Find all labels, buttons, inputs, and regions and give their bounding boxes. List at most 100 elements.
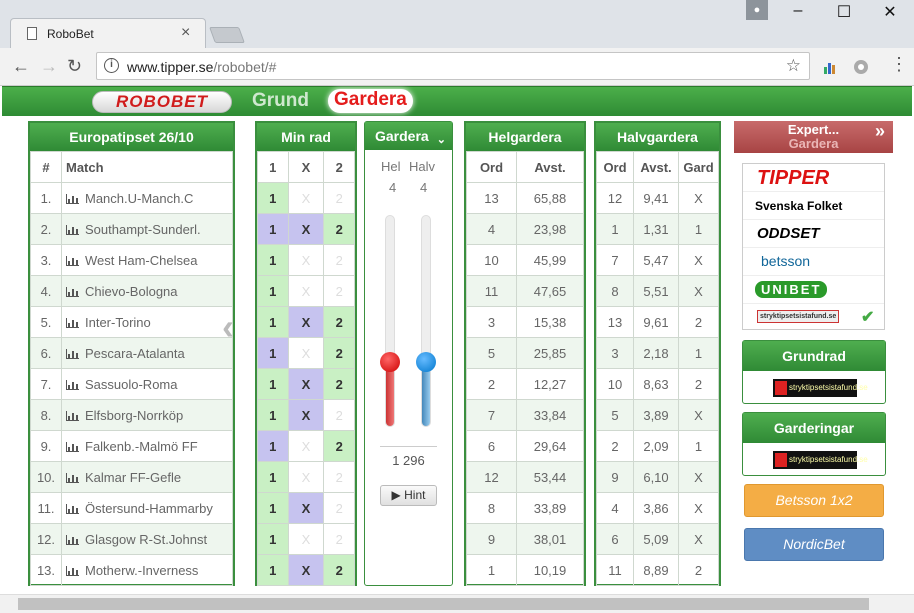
back-icon[interactable]: ←	[12, 56, 30, 77]
new-tab-button[interactable]	[209, 27, 245, 43]
chart-extension-icon[interactable]	[822, 59, 838, 75]
scrollbar-thumb[interactable]	[18, 598, 869, 610]
grundrad-box[interactable]: Grundrad stryktipsetsistafund.se	[742, 340, 886, 404]
pick-1[interactable]: 1	[257, 461, 289, 493]
nav-gardera[interactable]: Gardera	[328, 89, 413, 113]
pick-1[interactable]: 1	[257, 399, 289, 431]
extension-icon[interactable]	[853, 59, 869, 75]
pick-x[interactable]: X	[287, 337, 325, 369]
pick-x[interactable]: X	[287, 306, 325, 338]
tab-close-icon[interactable]: ×	[181, 24, 190, 42]
bookmaker-oddset[interactable]: ODDSET	[743, 220, 884, 248]
bookmark-star-icon[interactable]: ☆	[786, 56, 801, 76]
bookmaker-tipper[interactable]: TIPPER	[743, 164, 884, 192]
pick-2[interactable]: 2	[323, 399, 355, 431]
info-icon[interactable]: i	[104, 58, 119, 73]
nav-grund[interactable]: Grund	[252, 90, 309, 112]
pick-1[interactable]: 1	[257, 213, 289, 245]
chevron-down-icon[interactable]: ⌄	[437, 126, 446, 154]
pick-x[interactable]: X	[287, 182, 325, 214]
minimize-icon[interactable]: –	[778, 2, 818, 20]
close-window-icon[interactable]: ✕	[870, 2, 910, 22]
double-chevron-down-icon[interactable]: »	[875, 122, 885, 140]
maximize-icon[interactable]: ☐	[824, 2, 864, 22]
halv-slider-handle[interactable]	[416, 352, 436, 372]
pick-2[interactable]: 2	[323, 337, 355, 369]
bookmaker-svenska-folket[interactable]: Svenska Folket	[743, 192, 884, 220]
betsson-1x2-button[interactable]: Betsson 1x2	[744, 484, 884, 517]
stats-icon[interactable]	[66, 534, 79, 545]
stats-icon[interactable]	[66, 410, 79, 421]
bookmaker-betsson[interactable]: betsson	[743, 248, 884, 276]
halv-slider[interactable]	[416, 215, 436, 427]
stats-icon[interactable]	[66, 286, 79, 297]
pick-x[interactable]: X	[287, 492, 325, 524]
stats-icon[interactable]	[66, 472, 79, 483]
profile-icon[interactable]: ●	[746, 0, 768, 20]
pick-x[interactable]: X	[287, 399, 325, 431]
pick-2[interactable]: 2	[323, 492, 355, 524]
stats-icon[interactable]	[66, 193, 79, 204]
expert-dropdown[interactable]: Expert... Gardera »	[734, 121, 893, 153]
nordicbet-button[interactable]: NordicBet	[744, 528, 884, 561]
match-name[interactable]: Glasgow R-St.Johnst	[61, 523, 233, 555]
pick-x[interactable]: X	[287, 523, 325, 555]
stats-icon[interactable]	[66, 317, 79, 328]
match-name[interactable]: Motherw.-Inverness	[61, 554, 233, 586]
match-name[interactable]: West Ham-Chelsea	[61, 244, 233, 276]
gardera-header[interactable]: Gardera ⌄	[365, 122, 452, 150]
pick-2[interactable]: 2	[323, 244, 355, 276]
address-bar[interactable]: i www.tipper.se/robobet/# ☆	[96, 52, 810, 80]
match-name[interactable]: Inter-Torino	[61, 306, 233, 338]
stats-icon[interactable]	[66, 565, 79, 576]
pick-2[interactable]: 2	[323, 368, 355, 400]
match-name[interactable]: Manch.U-Manch.C	[61, 182, 233, 214]
pick-2[interactable]: 2	[323, 523, 355, 555]
pick-x[interactable]: X	[287, 213, 325, 245]
bookmaker-unibet[interactable]: UNIBET	[743, 276, 884, 304]
stats-icon[interactable]	[66, 503, 79, 514]
pick-x[interactable]: X	[287, 368, 325, 400]
pick-x[interactable]: X	[287, 461, 325, 493]
match-name[interactable]: Östersund-Hammarby	[61, 492, 233, 524]
chevron-left-icon[interactable]: ‹	[222, 306, 234, 348]
pick-2[interactable]: 2	[323, 461, 355, 493]
hel-slider[interactable]	[380, 215, 400, 427]
pick-2[interactable]: 2	[323, 213, 355, 245]
browser-tab[interactable]: RoboBet ×	[10, 18, 206, 48]
garderingar-box[interactable]: Garderingar stryktipsetsistafund.se	[742, 412, 886, 476]
pick-2[interactable]: 2	[323, 275, 355, 307]
horizontal-scrollbar[interactable]	[0, 594, 914, 613]
pick-1[interactable]: 1	[257, 337, 289, 369]
match-name[interactable]: Elfsborg-Norrköp	[61, 399, 233, 431]
bookmaker-stryktipset[interactable]: stryktipsetsistafund.se ✔	[743, 304, 884, 332]
forward-icon[interactable]: →	[40, 56, 58, 77]
reload-icon[interactable]: ↻	[67, 56, 82, 77]
pick-2[interactable]: 2	[323, 430, 355, 462]
match-name[interactable]: Chievo-Bologna	[61, 275, 233, 307]
pick-x[interactable]: X	[287, 244, 325, 276]
match-name[interactable]: Pescara-Atalanta	[61, 337, 233, 369]
pick-1[interactable]: 1	[257, 554, 289, 586]
match-name[interactable]: Kalmar FF-Gefle	[61, 461, 233, 493]
pick-2[interactable]: 2	[323, 554, 355, 586]
pick-x[interactable]: X	[287, 430, 325, 462]
pick-2[interactable]: 2	[323, 182, 355, 214]
stats-icon[interactable]	[66, 224, 79, 235]
hint-button[interactable]: ▶ Hint	[380, 485, 437, 506]
pick-1[interactable]: 1	[257, 244, 289, 276]
match-name[interactable]: Southampt-Sunderl.	[61, 213, 233, 245]
pick-1[interactable]: 1	[257, 523, 289, 555]
stats-icon[interactable]	[66, 255, 79, 266]
pick-1[interactable]: 1	[257, 182, 289, 214]
robobet-logo[interactable]: ROBOBET	[92, 91, 232, 113]
pick-1[interactable]: 1	[257, 368, 289, 400]
match-name[interactable]: Sassuolo-Roma	[61, 368, 233, 400]
stats-icon[interactable]	[66, 348, 79, 359]
stats-icon[interactable]	[66, 379, 79, 390]
pick-1[interactable]: 1	[257, 306, 289, 338]
stats-icon[interactable]	[66, 441, 79, 452]
menu-icon[interactable]: ⋮	[890, 54, 908, 75]
match-name[interactable]: Falkenb.-Malmö FF	[61, 430, 233, 462]
pick-1[interactable]: 1	[257, 430, 289, 462]
